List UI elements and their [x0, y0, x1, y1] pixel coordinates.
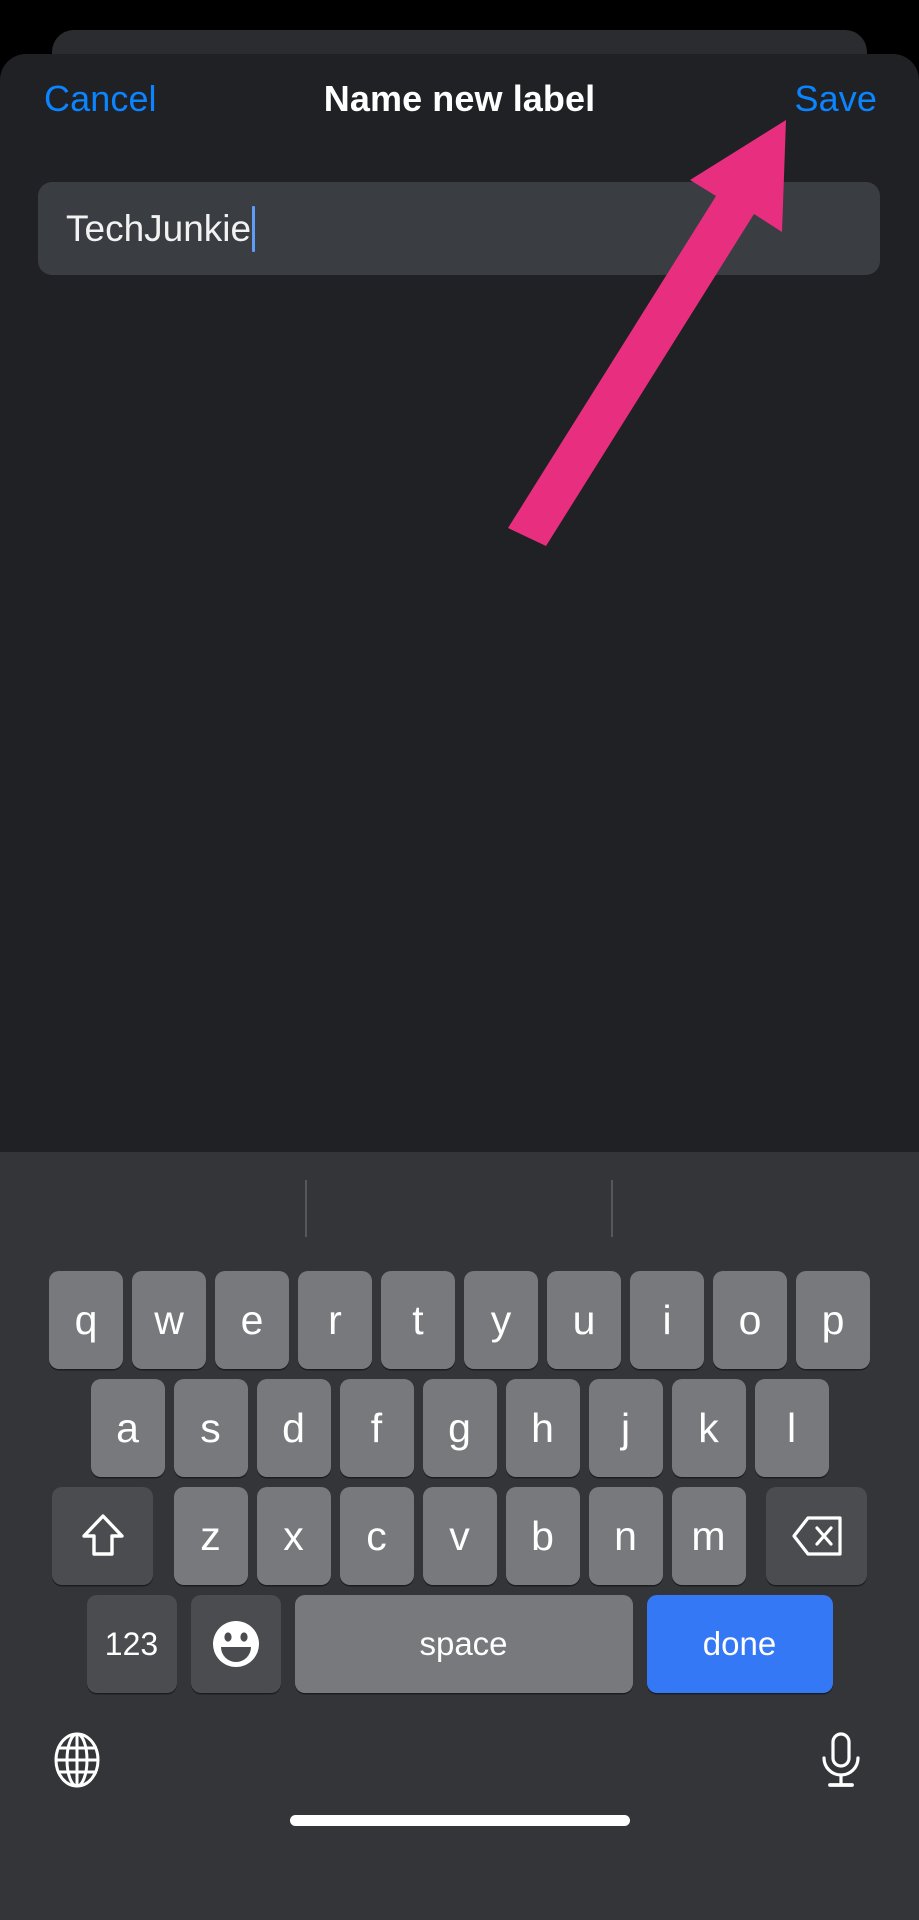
key-x[interactable]: x — [256, 1487, 331, 1585]
key-f[interactable]: f — [339, 1379, 414, 1477]
phone-screen: Cancel Name new label Save TechJunkie qw… — [0, 0, 919, 1920]
key-a[interactable]: a — [90, 1379, 165, 1477]
globe-language-button[interactable] — [47, 1730, 107, 1790]
key-j[interactable]: j — [588, 1379, 663, 1477]
keyboard-row-3: zxcvbnm — [0, 1486, 919, 1586]
emoji-key[interactable] — [190, 1595, 281, 1693]
key-o[interactable]: o — [713, 1271, 787, 1369]
key-b[interactable]: b — [505, 1487, 580, 1585]
done-return-key[interactable]: done — [646, 1595, 833, 1693]
label-name-input[interactable]: TechJunkie — [38, 182, 880, 275]
microphone-icon — [822, 1732, 860, 1787]
key-d[interactable]: d — [256, 1379, 331, 1477]
key-s[interactable]: s — [173, 1379, 248, 1477]
dictation-button[interactable] — [813, 1730, 869, 1792]
key-n[interactable]: n — [588, 1487, 663, 1585]
key-m[interactable]: m — [671, 1487, 746, 1585]
key-q[interactable]: q — [49, 1271, 123, 1369]
keyboard-row-4: 123 space done — [0, 1594, 919, 1694]
predictive-divider-2 — [611, 1180, 613, 1237]
key-p[interactable]: p — [796, 1271, 870, 1369]
key-e[interactable]: e — [215, 1271, 289, 1369]
key-t[interactable]: t — [381, 1271, 455, 1369]
key-g[interactable]: g — [422, 1379, 497, 1477]
onscreen-keyboard: qwertyuiop asdfghjkl zxcvbnm 123 space d… — [0, 1152, 919, 1920]
keyboard-bottom-bar — [0, 1708, 919, 1848]
key-i[interactable]: i — [630, 1271, 704, 1369]
globe-language-icon — [54, 1732, 100, 1788]
smiley-face-icon — [212, 1621, 259, 1667]
page-title: Name new label — [323, 78, 596, 119]
key-z[interactable]: z — [173, 1487, 248, 1585]
space-key[interactable]: space — [294, 1595, 633, 1693]
keyboard-row-1: qwertyuiop — [0, 1270, 919, 1370]
name-label-modal-sheet: Cancel Name new label Save TechJunkie — [0, 54, 919, 1152]
numeric-switch-key[interactable]: 123 — [86, 1595, 177, 1693]
modal-navigation-bar: Cancel Name new label Save — [0, 54, 919, 164]
save-button[interactable]: Save — [795, 76, 877, 122]
key-v[interactable]: v — [422, 1487, 497, 1585]
backspace-key[interactable] — [766, 1487, 867, 1585]
keyboard-row-2: asdfghjkl — [0, 1378, 919, 1478]
key-l[interactable]: l — [754, 1379, 829, 1477]
backspace-delete-icon — [791, 1516, 842, 1556]
row3-letters: zxcvbnm — [169, 1487, 750, 1585]
key-r[interactable]: r — [298, 1271, 372, 1369]
text-cursor — [252, 205, 256, 252]
predictive-divider-1 — [305, 1180, 307, 1237]
predictive-text-bar[interactable] — [0, 1152, 919, 1262]
key-u[interactable]: u — [547, 1271, 621, 1369]
key-w[interactable]: w — [132, 1271, 206, 1369]
key-k[interactable]: k — [671, 1379, 746, 1477]
shift-key[interactable] — [52, 1487, 153, 1585]
shift-arrow-up-icon — [81, 1514, 124, 1556]
key-h[interactable]: h — [505, 1379, 580, 1477]
home-indicator — [289, 1815, 630, 1826]
label-name-input-value: TechJunkie — [66, 207, 252, 249]
key-y[interactable]: y — [464, 1271, 538, 1369]
key-c[interactable]: c — [339, 1487, 414, 1585]
